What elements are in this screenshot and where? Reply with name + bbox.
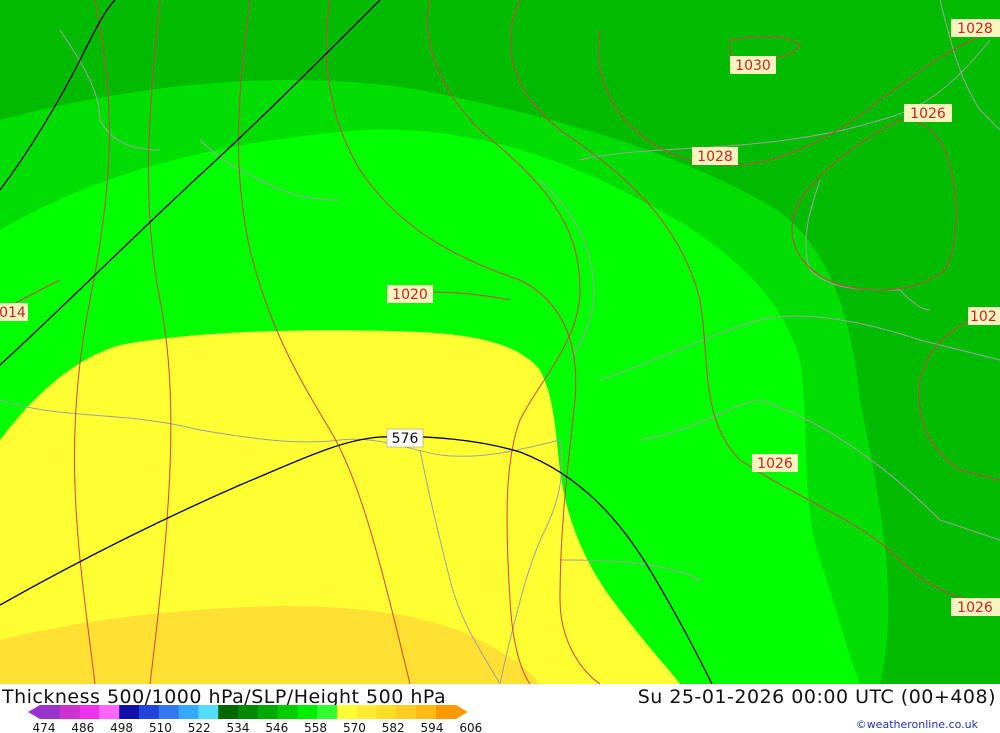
scale-tick-label: 582	[382, 721, 405, 733]
height-label-576: 576	[386, 428, 424, 448]
scale-swatch	[59, 705, 81, 719]
svg-text:1020: 1020	[392, 287, 428, 303]
svg-text:1014: 1014	[0, 305, 26, 321]
scale-swatch	[139, 705, 160, 719]
scale-swatch	[40, 705, 61, 719]
svg-text:1026: 1026	[910, 106, 946, 122]
scale-swatch	[356, 705, 378, 719]
scale-tick-label: 594	[421, 721, 444, 733]
isobar-label-1028-mid: 1028	[692, 147, 738, 165]
isobar-label-102-edge: 102	[968, 307, 1000, 325]
isobar-label-1026-center: 1026	[752, 454, 798, 472]
scale-swatch	[198, 705, 219, 719]
isobar-label-1026-upper: 1026	[904, 104, 952, 122]
scale-swatch	[337, 705, 358, 719]
isobar-label-1030: 1030	[730, 56, 776, 74]
scale-swatch	[396, 705, 417, 719]
isobar-label-1028-top: 1028	[951, 19, 1000, 37]
map-canvas: 1030 1028 1028 1026 1020 1014	[0, 0, 1000, 684]
isobar-label-1020: 1020	[387, 285, 433, 303]
scale-tick-label: 474	[33, 721, 56, 733]
isobar-label-1014: 1014	[0, 303, 28, 321]
scale-swatch	[158, 705, 180, 719]
scale-tick-label: 498	[110, 721, 133, 733]
scale-tick-label: 570	[343, 721, 366, 733]
scale-tick-label: 606	[459, 721, 482, 733]
scale-swatch	[277, 705, 298, 719]
svg-text:102: 102	[970, 309, 997, 325]
scale-tick-label: 534	[227, 721, 250, 733]
scale-swatch	[119, 705, 140, 719]
isobar-label-1026-bottom: 1026	[951, 598, 1000, 616]
scale-swatch	[99, 705, 120, 719]
scale-swatch	[178, 705, 199, 719]
scale-swatch	[79, 705, 100, 719]
scale-swatch	[218, 705, 239, 719]
svg-text:1026: 1026	[957, 600, 993, 616]
scale-tick-label: 486	[71, 721, 94, 733]
map-footer: Thickness 500/1000 hPa/SLP/Height 500 hP…	[0, 684, 1000, 733]
scale-swatch	[297, 705, 318, 719]
scale-swatch	[376, 705, 397, 719]
scale-swatch	[317, 705, 338, 719]
svg-text:576: 576	[392, 431, 419, 447]
scale-tick-label: 510	[149, 721, 172, 733]
scale-tick-label: 558	[304, 721, 327, 733]
scale-tick-label: 546	[265, 721, 288, 733]
valid-time: Su 25-01-2026 00:00 UTC (00+408)	[637, 686, 996, 708]
credit-link[interactable]: ©weatheronline.co.uk	[856, 718, 978, 731]
scale-arrow-left	[28, 705, 40, 719]
scale-swatch	[436, 705, 457, 719]
scale-swatch	[257, 705, 279, 719]
scale-arrow-right	[455, 705, 468, 719]
weather-map: 1030 1028 1028 1026 1020 1014	[0, 0, 1000, 684]
svg-text:1030: 1030	[735, 58, 771, 74]
scale-swatch	[238, 705, 259, 719]
color-scale-legend: 474 486 498 510 522 534 546 558 570 582 594 606	[28, 705, 482, 733]
svg-text:1028: 1028	[957, 21, 993, 37]
svg-text:1026: 1026	[757, 456, 793, 472]
scale-tick-label: 522	[188, 721, 211, 733]
scale-swatch	[416, 705, 437, 719]
svg-text:1028: 1028	[697, 149, 733, 165]
